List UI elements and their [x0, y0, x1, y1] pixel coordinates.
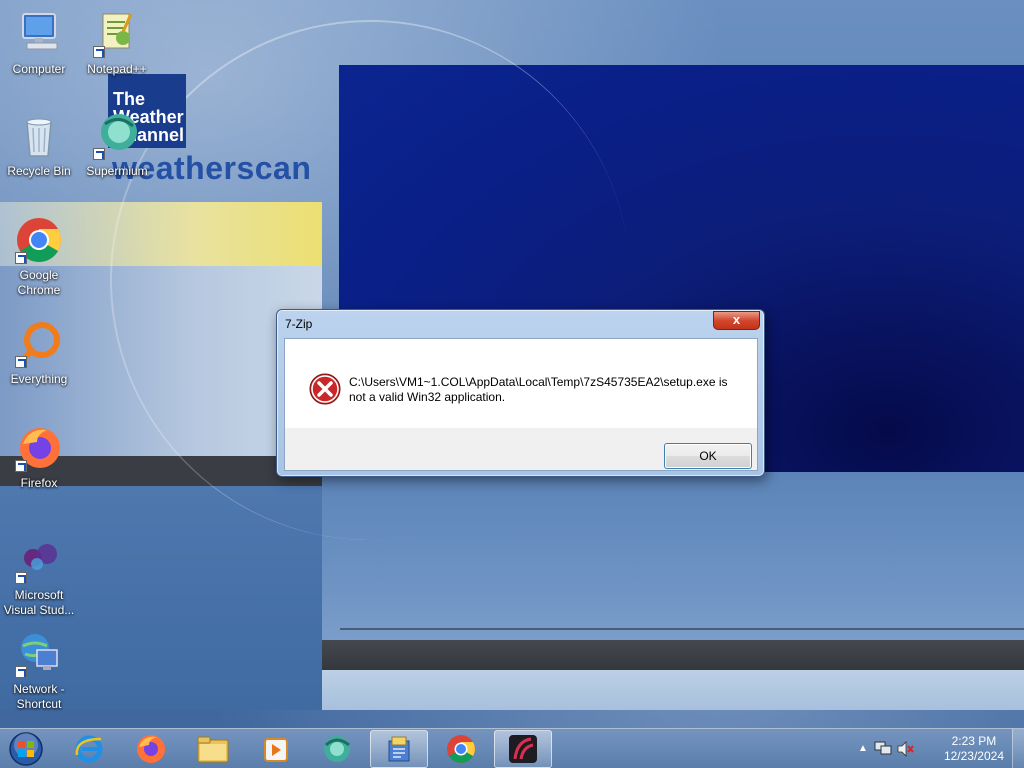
taskbar-item-firefox[interactable]: [122, 730, 180, 768]
close-button[interactable]: x: [713, 311, 760, 330]
clock[interactable]: 2:23 PM 12/23/2024: [944, 734, 1004, 764]
red-arc-icon: [509, 735, 537, 763]
network-tray-icon[interactable]: [874, 741, 892, 757]
desktop-icon-everything[interactable]: Everything: [1, 320, 77, 387]
desktop-icon-label: Network - Shortcut: [13, 682, 65, 711]
show-desktop-button[interactable]: [1012, 729, 1024, 768]
dialog-title: 7-Zip: [285, 317, 313, 331]
shortcut-arrow-icon: [15, 572, 27, 584]
desktop-icon-label: Computer: [12, 62, 66, 76]
notepad-plus-plus-icon: [93, 10, 141, 58]
media-player-icon: [264, 738, 288, 762]
shortcut-arrow-icon: [93, 46, 105, 58]
taskbar-item-app[interactable]: [494, 730, 552, 768]
ie-icon: [75, 735, 103, 763]
show-hidden-icons-icon[interactable]: ▲: [858, 743, 868, 754]
taskbar: ▲ 2:23 PM 12/23/2024: [0, 728, 1024, 768]
desktop-icon-network[interactable]: Network - Shortcut: [1, 630, 77, 712]
supermium-icon: [93, 112, 141, 160]
desktop-icon-label: Recycle Bin: [7, 164, 71, 178]
taskbar-item-7zip-setup[interactable]: [370, 730, 428, 768]
desktop-icon-recycle-bin[interactable]: Recycle Bin: [1, 112, 77, 179]
volume-muted-icon[interactable]: [896, 741, 914, 757]
shortcut-arrow-icon: [93, 148, 105, 160]
desktop-icon-label: Firefox: [20, 476, 58, 490]
chrome-icon: [15, 216, 63, 264]
error-message: C:\Users\VM1~1.COL\AppData\Local\Temp\7z…: [349, 375, 728, 404]
recycle-bin-icon: [15, 112, 63, 160]
ok-button[interactable]: OK: [664, 443, 752, 469]
close-icon: x: [732, 312, 741, 327]
desktop-icon-firefox[interactable]: Firefox: [1, 424, 77, 491]
clock-date: 12/23/2024: [943, 749, 1004, 763]
system-tray: ▲ 2:23 PM 12/23/2024: [854, 729, 1024, 768]
desktop-icon-supermium[interactable]: Supermium: [79, 112, 155, 179]
desktop-icon-computer[interactable]: Computer: [1, 10, 77, 77]
installer-icon: [388, 736, 410, 762]
chrome-icon: [447, 735, 475, 763]
visual-studio-icon: [15, 536, 63, 584]
error-icon: [309, 373, 341, 405]
folder-icon: [197, 736, 229, 763]
firefox-icon: [15, 424, 63, 472]
firefox-icon: [137, 735, 165, 763]
shortcut-arrow-icon: [15, 666, 27, 678]
everything-icon: [15, 320, 63, 368]
desktop-icon-google-chrome[interactable]: Google Chrome: [1, 216, 77, 298]
desktop-icon-label: Google Chrome: [17, 268, 61, 297]
start-button[interactable]: [6, 731, 46, 767]
shortcut-arrow-icon: [15, 356, 27, 368]
desktop-icon-notepad-plus-plus[interactable]: Notepad++: [79, 10, 155, 77]
computer-icon: [15, 10, 63, 58]
taskbar-item-supermium[interactable]: [308, 730, 366, 768]
windows-orb-icon: [9, 732, 43, 766]
taskbar-item-file-explorer[interactable]: [184, 730, 242, 768]
shortcut-arrow-icon: [15, 460, 27, 472]
desktop-icon-label: Microsoft Visual Stud...: [3, 588, 75, 617]
taskbar-item-media-player[interactable]: [246, 730, 304, 768]
desktop-icon-label: Supermium: [86, 164, 148, 178]
taskbar-item-internet-explorer[interactable]: [60, 730, 118, 768]
taskbar-item-chrome[interactable]: [432, 730, 490, 768]
clock-time: 2:23 PM: [951, 734, 997, 748]
error-dialog: 7-Zip x C:\Users\VM1~1.COL\AppData\Local…: [276, 309, 765, 477]
wallpaper-band: [322, 640, 1024, 670]
shortcut-arrow-icon: [15, 252, 27, 264]
dialog-body: C:\Users\VM1~1.COL\AppData\Local\Temp\7z…: [284, 338, 758, 471]
desktop-icon-label: Notepad++: [87, 62, 147, 76]
network-icon: [15, 630, 63, 678]
supermium-icon: [324, 736, 350, 762]
desktop-icon-label: Everything: [10, 372, 68, 386]
desktop-icon-visual-studio[interactable]: Microsoft Visual Stud...: [1, 536, 77, 618]
wallpaper-divider: [340, 628, 1024, 630]
wallpaper-band: [322, 670, 1024, 710]
